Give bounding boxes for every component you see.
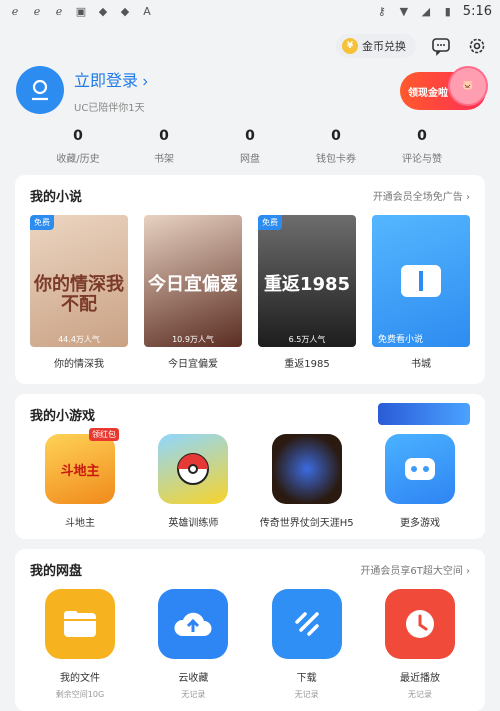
message-button[interactable] (430, 35, 452, 57)
browser-e-icon: ℯ (11, 4, 19, 18)
bookstore-cover: 免费看小说 (372, 215, 470, 347)
login-link[interactable]: 立即登录 › (74, 67, 148, 91)
clock-icon (384, 589, 455, 659)
stat-favorites-history[interactable]: 0 收藏/历史 (35, 128, 121, 165)
novel-cover: 免费 你的情深我不配 44.4万人气 (30, 215, 128, 347)
cash-promo-banner[interactable]: 领现金啦 🐷 (400, 66, 488, 110)
disk-item-recent-play[interactable]: 最近播放 无记录 (365, 589, 475, 700)
game-item[interactable]: 传奇世界仗剑天涯H5 (252, 434, 362, 529)
browser-e-icon: ℯ (33, 4, 41, 18)
gear-icon (469, 38, 485, 54)
android-icon: ◆ (120, 4, 130, 18)
coin-icon: ¥ (342, 38, 358, 54)
user-icon (32, 79, 48, 101)
novel-item[interactable]: 今日宜偏爱 10.9万人气 今日宜偏爱 (144, 215, 242, 370)
stat-cloud-disk[interactable]: 0 网盘 (207, 128, 293, 165)
a-badge-icon: A (143, 4, 151, 18)
disk-item-files[interactable]: 我的文件 剩余空间10G (25, 589, 135, 700)
games-title: 我的小游戏 (30, 408, 96, 424)
avatar[interactable] (16, 66, 64, 114)
battery-icon: ▮ (444, 4, 451, 18)
novel-cover: 免费 重返1985 6.5万人气 (258, 215, 356, 347)
novel-cover: 今日宜偏爱 10.9万人气 (144, 215, 242, 347)
game-banner-icon[interactable] (378, 403, 470, 425)
game-item[interactable]: 更多游戏 (365, 434, 475, 529)
doudizhu-icon: 斗地主 领红包 (45, 428, 119, 504)
settings-button[interactable] (466, 35, 488, 57)
signal-icon: ◢ (421, 4, 431, 18)
coin-exchange-label: 金币兑换 (362, 40, 406, 53)
image-icon: ▣ (75, 4, 87, 18)
folder-icon (45, 589, 115, 659)
coin-exchange-button[interactable]: ¥ 金币兑换 (336, 34, 416, 58)
stat-comments[interactable]: 0 评论与赞 (379, 128, 465, 165)
book-icon (401, 265, 441, 297)
promo-label: 领现金啦 (408, 87, 448, 99)
status-time: 5:16 (462, 3, 492, 19)
novel-item[interactable]: 免费 重返1985 6.5万人气 重返1985 (258, 215, 356, 370)
novels-title: 我的小说 (30, 189, 83, 205)
games-card: 我的小游戏 斗地主 领红包 斗地主 英雄训练师 传奇世界仗剑天涯H5 更多游戏 (15, 394, 485, 539)
stat-bookshelf[interactable]: 0 书架 (121, 128, 207, 165)
key-icon: ⚷ (377, 4, 386, 18)
pokeball-icon (177, 453, 210, 485)
android-icon: ◆ (98, 4, 108, 18)
disk-vip-link[interactable]: 开通会员享6T超大空间 › (360, 562, 470, 577)
novels-vip-link[interactable]: 开通会员全场免广告 › (373, 188, 470, 203)
wifi-icon: ▼ (399, 4, 409, 18)
legend-world-icon (271, 434, 342, 504)
disk-title: 我的网盘 (30, 563, 83, 579)
disk-item-cloud-favorites[interactable]: 云收藏 无记录 (138, 589, 248, 700)
top-actions: ¥ 金币兑换 (336, 34, 488, 58)
game-item[interactable]: 英雄训练师 (138, 434, 248, 529)
profile-section: 立即登录 › UC已陪伴你1天 (16, 66, 148, 114)
cloud-upload-icon (158, 589, 229, 659)
hero-trainer-icon (158, 434, 229, 504)
gamepad-icon (384, 434, 455, 504)
novels-card: 我的小说 开通会员全场免广告 › 免费 你的情深我不配 44.4万人气 你的情深… (15, 175, 485, 384)
download-icon (271, 589, 342, 659)
message-icon (432, 38, 450, 56)
stats-row: 0 收藏/历史 0 书架 0 网盘 0 钱包卡券 0 评论与赞 (0, 128, 500, 165)
piggy-icon: 🐷 (448, 66, 488, 106)
game-item[interactable]: 斗地主 领红包 斗地主 (25, 428, 135, 529)
novel-item[interactable]: 免费 你的情深我不配 44.4万人气 你的情深我 (30, 215, 128, 370)
novel-item[interactable]: 免费看小说 书城 (372, 215, 470, 370)
stat-wallet[interactable]: 0 钱包卡券 (293, 128, 379, 165)
disk-item-downloads[interactable]: 下载 无记录 (252, 589, 362, 700)
disk-card: 我的网盘 开通会员享6T超大空间 › 我的文件 剩余空间10G 云收藏 无记录 … (15, 549, 485, 711)
browser-e-icon: ℯ (55, 4, 63, 18)
login-subtitle: UC已陪伴你1天 (74, 102, 145, 114)
status-bar: ℯ ℯ ℯ ▣ ◆ ◆ A ⚷ ▼ ◢ ▮ 5:16 (0, 0, 500, 22)
